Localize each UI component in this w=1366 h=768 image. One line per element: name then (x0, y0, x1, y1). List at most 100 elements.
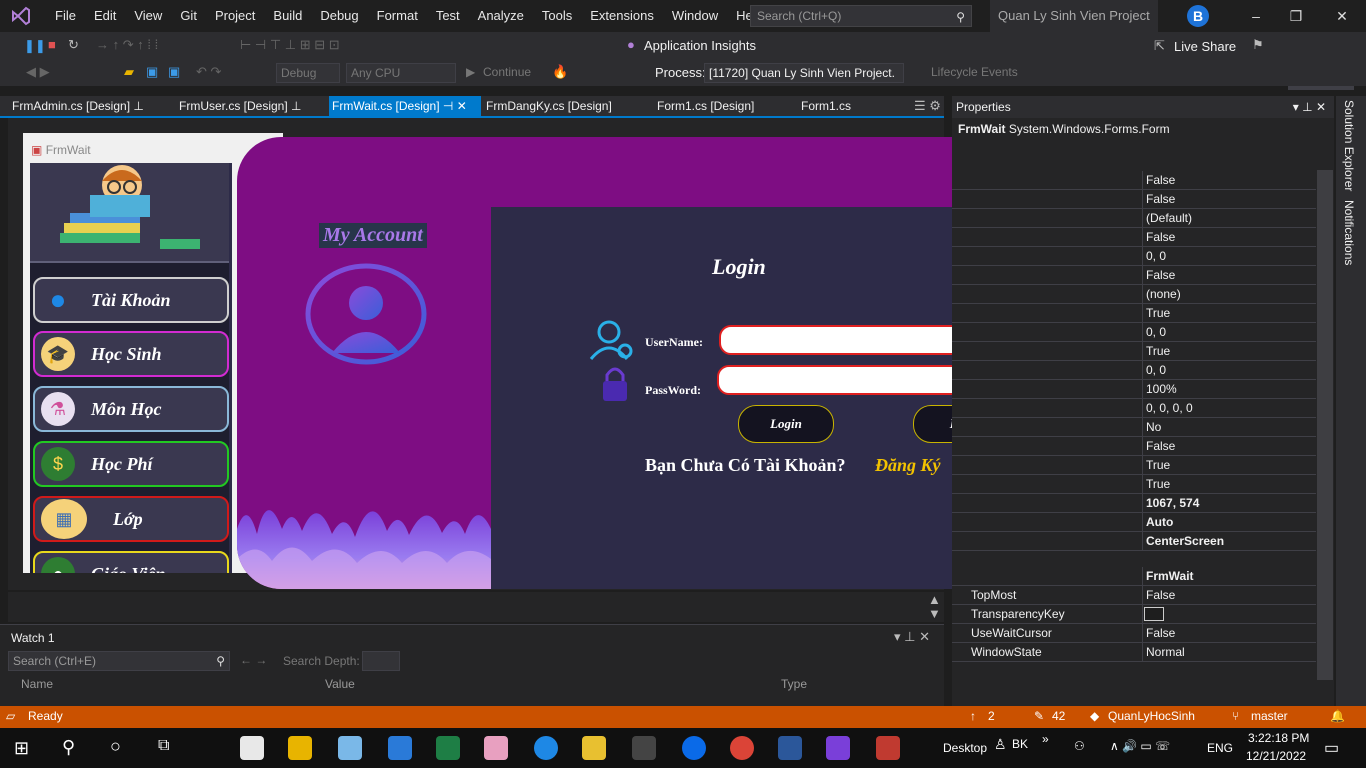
excel-icon[interactable] (436, 736, 460, 760)
close-tab-icon[interactable]: ✕ (457, 99, 467, 113)
store-icon[interactable] (632, 736, 656, 760)
save-all-icon[interactable]: ▣ (168, 64, 180, 80)
property-value[interactable]: CenterScreen (1146, 534, 1224, 548)
tab-overflow-icon[interactable]: ☰ ⚙ (914, 98, 941, 114)
people-icon[interactable]: ⚇ (1074, 739, 1085, 753)
property-value[interactable]: False (1146, 626, 1175, 640)
notification-bell-icon[interactable]: 🔔 (1330, 709, 1345, 723)
property-value[interactable]: False (1146, 192, 1175, 206)
property-value[interactable]: True (1146, 458, 1170, 472)
property-value[interactable]: True (1146, 477, 1170, 491)
pin-icon[interactable]: ⊥ (133, 99, 143, 113)
restore-icon[interactable]: ❐ (1276, 0, 1316, 32)
sidebar-button-hoc-phi[interactable]: $ Học Phí (33, 441, 229, 487)
watch-column-name[interactable]: Name (21, 677, 53, 691)
property-row[interactable]: 1067, 574 (952, 494, 1316, 513)
sidebar-button-lop[interactable]: ▦ Lớp (33, 496, 229, 542)
tab-form1-design[interactable]: Form1.cs [Design] (645, 96, 785, 116)
sidebar-button-hoc-sinh[interactable]: 🎓 Học Sinh (33, 331, 229, 377)
property-row[interactable]: False (952, 190, 1316, 209)
tray-icons[interactable]: ∧ 🔊 ▭ ☏ (1110, 739, 1170, 753)
menu-view[interactable]: View (125, 0, 171, 32)
property-row[interactable]: (Default) (952, 209, 1316, 228)
property-row[interactable]: CenterScreen (952, 532, 1316, 551)
property-value[interactable]: True (1146, 306, 1170, 320)
menu-edit[interactable]: Edit (85, 0, 125, 32)
cortana-icon[interactable]: ○ (110, 736, 121, 757)
menu-window[interactable]: Window (663, 0, 727, 32)
property-row[interactable]: UseWaitCursor False (952, 624, 1316, 643)
property-value[interactable]: 0, 0 (1146, 363, 1166, 377)
media-player-icon[interactable] (288, 736, 312, 760)
properties-object-selector[interactable]: FrmWait System.Windows.Forms.Form (958, 122, 1170, 136)
tab-form1-code[interactable]: Form1.cs (789, 96, 889, 116)
clock-time[interactable]: 3:22:18 PM (1248, 731, 1309, 745)
edge-icon[interactable] (534, 736, 558, 760)
property-row[interactable]: 0, 0, 0, 0 (952, 399, 1316, 418)
login-button[interactable]: Login (738, 405, 834, 443)
desktop-toolbar[interactable]: Desktop (943, 741, 987, 755)
status-up-count[interactable]: 2 (988, 709, 995, 723)
property-row[interactable]: True (952, 304, 1316, 323)
property-row[interactable]: FrmWait (952, 567, 1316, 586)
property-value[interactable]: (Default) (1146, 211, 1192, 225)
property-value[interactable]: False (1146, 439, 1175, 453)
sidebar-button-tai-khoan[interactable]: ● Tài Khoản (33, 277, 229, 323)
app-insights-button[interactable]: Application Insights (644, 38, 756, 53)
menu-git[interactable]: Git (171, 0, 206, 32)
property-value[interactable]: (none) (1146, 287, 1181, 301)
property-value[interactable]: False (1146, 173, 1175, 187)
watch-column-value[interactable]: Value (325, 677, 355, 691)
menu-tools[interactable]: Tools (533, 0, 581, 32)
continue-button[interactable]: Continue (483, 65, 531, 79)
property-row[interactable]: True (952, 475, 1316, 494)
task-view-icon[interactable]: ⧉ (158, 737, 169, 755)
property-row[interactable]: False (952, 266, 1316, 285)
visual-studio-icon[interactable] (826, 736, 850, 760)
property-value[interactable]: FrmWait (1146, 569, 1194, 583)
property-row[interactable]: True (952, 342, 1316, 361)
watch-search-input[interactable]: Search (Ctrl+E) ⚲ (8, 651, 230, 671)
property-value[interactable]: 1067, 574 (1146, 496, 1199, 510)
search-input[interactable]: Search (Ctrl+Q) ⚲ (750, 5, 972, 27)
restart-icon[interactable]: ↻ (68, 37, 79, 53)
mail-icon[interactable] (240, 736, 264, 760)
tab-frmwait-design[interactable]: FrmWait.cs [Design] ⊣ ✕ (329, 96, 481, 116)
pin-icon[interactable]: ⊥ (291, 99, 301, 113)
clock-date[interactable]: 12/21/2022 (1246, 749, 1306, 763)
process-select[interactable]: [11720] Quan Ly Sinh Vien Project. (704, 63, 904, 83)
watch-window-controls-icon[interactable]: ▾ ⊥ ✕ (894, 629, 930, 645)
property-value[interactable]: True (1146, 344, 1170, 358)
app-running-icon[interactable] (876, 736, 900, 760)
menu-project[interactable]: Project (206, 0, 264, 32)
property-value[interactable]: No (1146, 420, 1161, 434)
register-link[interactable]: Đăng Ký (875, 455, 941, 476)
property-row[interactable]: 0, 0 (952, 247, 1316, 266)
property-row[interactable]: WindowState Normal (952, 643, 1316, 662)
tab-frmdangky-design[interactable]: FrmDangKy.cs [Design] (481, 96, 641, 116)
property-value[interactable]: Normal (1146, 645, 1185, 659)
property-row[interactable]: 100% (952, 380, 1316, 399)
property-row[interactable]: True (952, 456, 1316, 475)
scroll-down-icon[interactable]: ▼ (928, 606, 941, 621)
open-folder-icon[interactable]: ▰ (124, 64, 134, 80)
property-value[interactable]: 0, 0 (1146, 325, 1166, 339)
menu-file[interactable]: File (46, 0, 85, 32)
property-value[interactable]: False (1146, 588, 1175, 602)
sidebar-button-giao-vien[interactable]: ● Giáo Viên (33, 551, 229, 573)
property-row[interactable]: False (952, 171, 1316, 190)
config-select[interactable]: Debug (276, 63, 340, 83)
close-icon[interactable]: ✕ (1322, 0, 1362, 32)
feedback-icon[interactable]: ⚑ (1252, 37, 1264, 53)
pause-icon[interactable]: ❚❚ (24, 38, 46, 54)
menu-build[interactable]: Build (264, 0, 311, 32)
property-value[interactable]: 100% (1146, 382, 1177, 396)
tray-overflow-icon[interactable]: » (1042, 732, 1049, 746)
account-avatar[interactable]: B (1187, 5, 1209, 27)
search-icon[interactable]: ⚲ (62, 737, 75, 758)
property-row[interactable]: 0, 0 (952, 323, 1316, 342)
minimize-icon[interactable]: – (1236, 0, 1276, 32)
notifications-tab[interactable]: Notifications (1342, 200, 1356, 265)
pin-icon[interactable]: ⊣ (443, 99, 453, 113)
property-value[interactable]: False (1146, 268, 1175, 282)
